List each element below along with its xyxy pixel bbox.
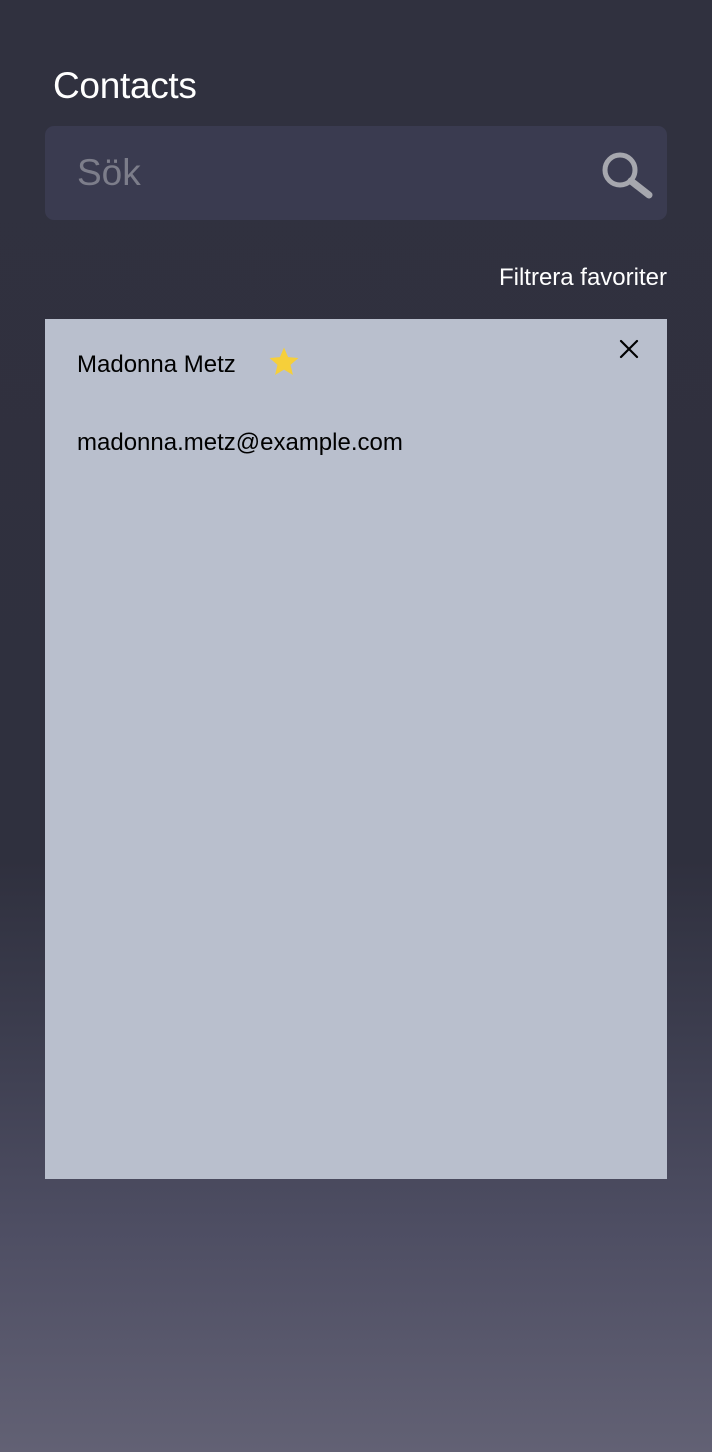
search-bar: [45, 126, 667, 220]
star-icon[interactable]: [267, 345, 301, 379]
search-input[interactable]: [45, 126, 585, 220]
filter-favorites-link[interactable]: Filtrera favoriter: [499, 262, 667, 294]
search-icon[interactable]: [600, 151, 654, 199]
contact-name: Madonna Metz: [77, 351, 236, 378]
close-icon[interactable]: [617, 337, 641, 361]
contact-card[interactable]: Madonna Metz madonna.metz@example.com: [45, 319, 667, 1179]
page-title: Contacts: [53, 65, 197, 106]
contact-email: madonna.metz@example.com: [77, 429, 403, 456]
